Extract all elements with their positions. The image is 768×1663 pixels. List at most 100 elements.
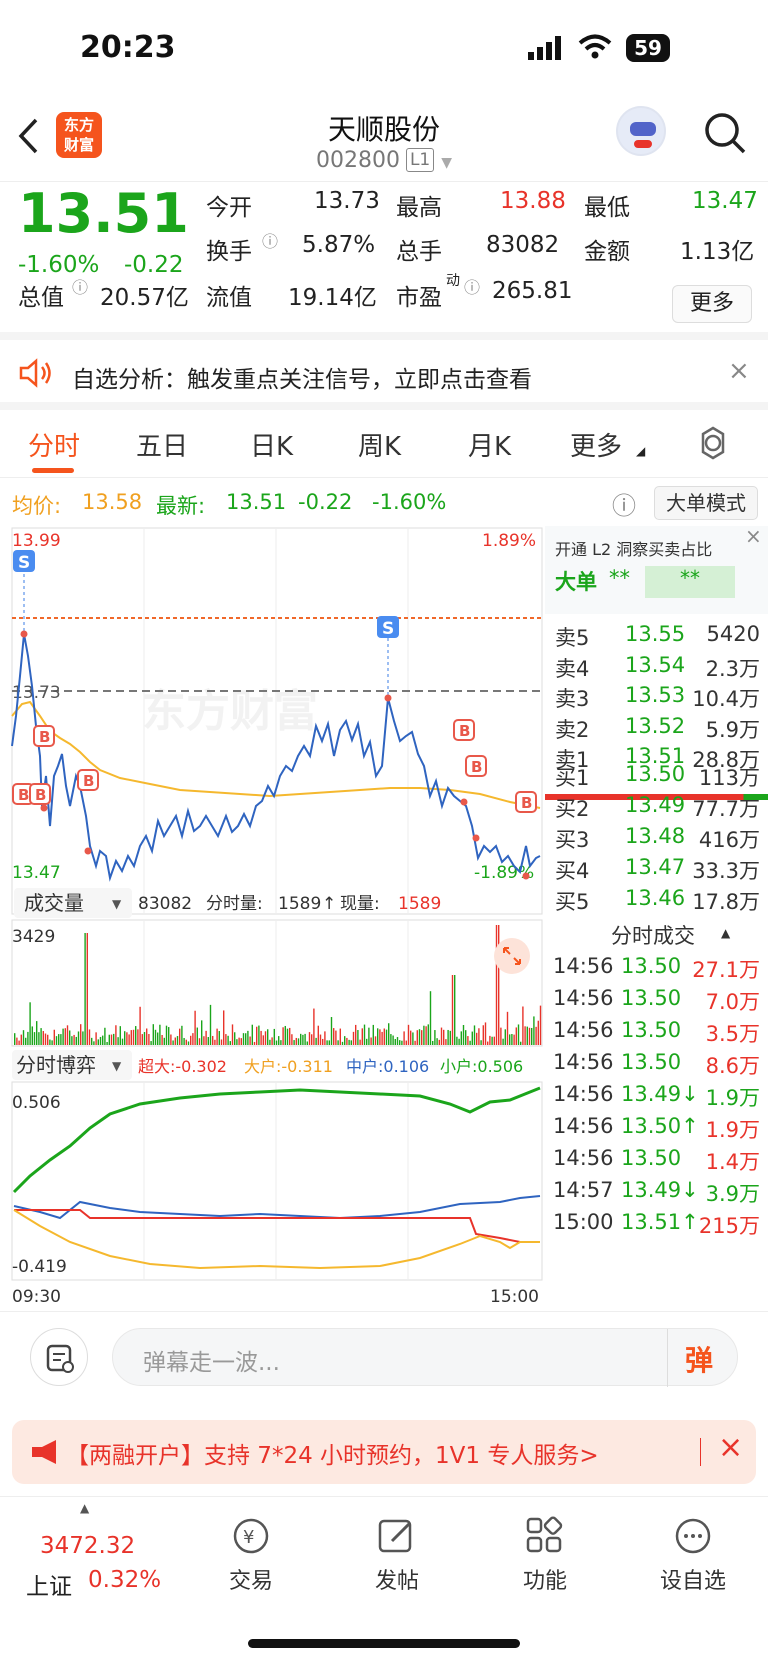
ask-row[interactable]: 卖2 13.52 5.9万 [545,714,768,746]
alert-bar[interactable]: 自选分析：触发重点关注信号，立即点击查看 × [0,340,768,410]
volume-bar [359,1039,361,1045]
bid-volume: 113万 [698,766,760,790]
fen-value: 1589 [278,894,321,914]
info-icon[interactable]: ⓘ [72,274,88,298]
watermark: 东方财富 [142,686,318,737]
tick-price: 13.50 [621,954,682,978]
volume-bar [302,1034,304,1045]
tick-row[interactable]: 14:56 13.50 1.4万 [545,1146,768,1178]
bid-row[interactable]: 买3 13.48 416万 [545,824,768,856]
volume-bar [286,1028,289,1045]
promo-banner[interactable]: 【两融开户】支持 7*24 小时预约，1V1 专人服务> × [12,1420,756,1484]
bid-row[interactable]: 买2 13.49 77.7万 [545,793,768,825]
tab-zhouk[interactable]: 周K [358,426,401,463]
index-ticker[interactable]: ▲ 3472.32 上证 0.32% [18,1501,161,1605]
volume-bar [249,1036,251,1045]
tab-post[interactable]: 发帖 [342,1515,452,1595]
volume-bar [152,1024,154,1045]
volume-bar [293,1040,295,1045]
volume-bar [135,1026,137,1045]
tab-rik[interactable]: 日K [250,426,293,463]
gear-icon[interactable] [696,426,730,460]
last-price: 13.51 [18,182,189,245]
volume-bar [126,1032,128,1045]
ask-price: 13.52 [625,713,686,738]
bottom-tab-bar: ▲ 3472.32 上证 0.32% ¥ 交易 发帖 功能 设自选 [0,1496,768,1663]
info-icon[interactable]: ⓘ [262,228,278,252]
ticks-title[interactable]: 分时成交 [611,920,695,950]
pct-max-label: 1.89% [482,531,536,551]
tick-row[interactable]: 15:00 13.51↑ 215万 [545,1210,768,1242]
tick-row[interactable]: 14:56 13.49↓ 1.9万 [545,1082,768,1114]
close-icon[interactable]: × [745,524,762,548]
volume-bar [209,1004,212,1045]
tick-row[interactable]: 14:56 13.50 7.0万 [545,986,768,1018]
l2-promo-text: 开通 L2 洞察买卖占比 [555,540,713,559]
volume-bar [315,1037,317,1045]
tab-trade[interactable]: ¥ 交易 [196,1515,306,1595]
volume-bar [260,1030,262,1045]
home-indicator [248,1639,520,1648]
volume-bar [396,1037,399,1045]
close-icon[interactable]: × [728,356,750,386]
l2-promo[interactable]: 开通 L2 洞察买卖占比 × 大单 ** ** [545,524,768,614]
tab-wuri[interactable]: 五日 [136,426,188,463]
volume-bar [480,1040,482,1045]
tab-fenshi[interactable]: 分时 [28,426,80,463]
volume-bar [104,1027,106,1045]
more-circle-icon [675,1518,711,1554]
volume-bar [432,1040,434,1045]
danmu-send-button[interactable]: 弹 [685,1339,713,1379]
assistant-avatar[interactable] [616,106,666,156]
volume-bar [403,1031,405,1045]
caret-icon: ◢ [636,444,646,458]
danmu-input[interactable]: 弹幕走一波... 弹 [112,1328,738,1387]
volume-bar [537,1020,539,1045]
open-value: 13.73 [314,188,380,214]
help-icon[interactable]: ⓘ [612,486,636,521]
note-button[interactable] [30,1328,88,1386]
avg-value: 13.58 [82,490,143,514]
bid-price: 13.50 [625,762,686,786]
info-icon[interactable]: ⓘ [464,274,480,298]
expand-button[interactable] [494,938,530,974]
search-icon[interactable] [702,110,748,156]
volume-bar [280,1040,282,1045]
bid-row[interactable]: 买5 13.46 17.8万 [545,886,768,918]
volume-bar [207,1037,209,1045]
avg-label: 均价: [12,494,62,518]
ask-row[interactable]: 卖3 13.53 10.4万 [545,683,768,715]
tab-more[interactable]: 更多 [570,426,622,463]
intraday-chart[interactable]: 东方财富 13.99 13.73 13.47 1.89% -1.89% S S … [0,526,545,1311]
ask-row[interactable]: 卖5 13.55 5420 [545,622,768,654]
tick-row[interactable]: 14:56 13.50 8.6万 [545,1050,768,1082]
bid-volume: 77.7万 [692,797,760,821]
open-label: 今开 [206,195,252,221]
volume-bar [27,1031,29,1045]
volume-bar [469,1040,471,1045]
volume-bar [271,1037,273,1045]
more-button[interactable]: 更多 [672,285,752,323]
bid-row[interactable]: 买1 13.50 113万 [545,762,768,794]
big-order-mode-button[interactable]: 大单模式 [654,486,758,520]
volume-bar [465,1030,467,1045]
tick-row[interactable]: 14:57 13.49↓ 3.9万 [545,1178,768,1210]
svg-text:¥: ¥ [243,1527,254,1548]
svg-text:B: B [83,772,94,790]
bid-row[interactable]: 买4 13.47 33.3万 [545,855,768,887]
ask-row[interactable]: 卖4 13.54 2.3万 [545,653,768,685]
volume-bars [14,925,542,1045]
mcap-value: 20.57亿 [100,285,189,311]
tab-watchlist[interactable]: 设自选 [638,1515,748,1595]
low-label: 最低 [584,195,630,221]
tick-row[interactable]: 14:56 13.50↑ 1.9万 [545,1114,768,1146]
amount-value: 1.13亿 [680,239,755,265]
svg-text:B: B [18,786,29,804]
volume-bar [304,1033,306,1045]
tab-function[interactable]: 功能 [490,1515,600,1595]
caret-up-icon: ▲ [721,926,731,940]
tick-row[interactable]: 14:56 13.50 27.1万 [545,954,768,986]
close-icon[interactable]: × [718,1430,743,1465]
tick-row[interactable]: 14:56 13.50 3.5万 [545,1018,768,1050]
tab-yuek[interactable]: 月K [468,426,511,463]
